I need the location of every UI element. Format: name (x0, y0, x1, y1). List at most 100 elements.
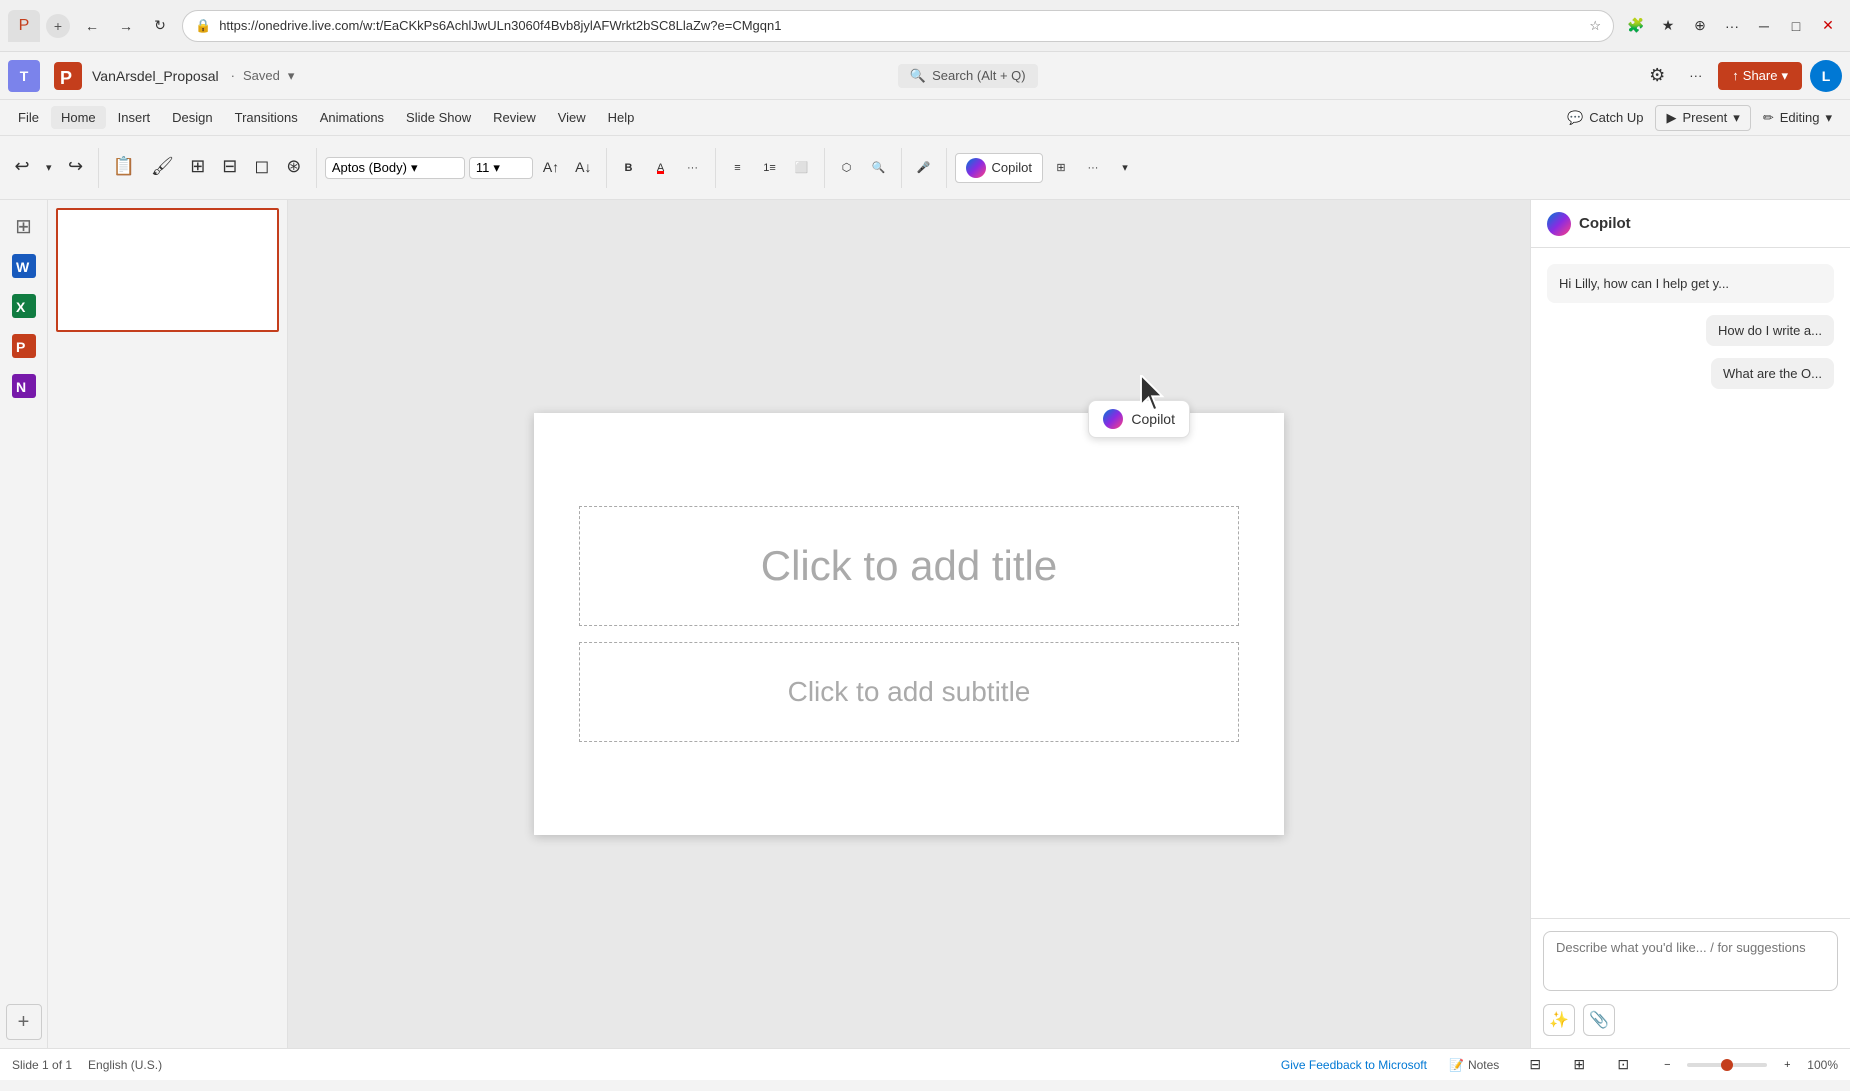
arrange-button[interactable]: ⊛ (280, 142, 308, 194)
url-text: https://onedrive.live.com/w:t/EaCKkPs6Ac… (219, 18, 1581, 33)
menu-help[interactable]: Help (598, 106, 645, 129)
zoom-in-button[interactable]: + (1773, 1039, 1801, 1091)
menu-home[interactable]: Home (51, 106, 106, 129)
section-button[interactable]: ⊟ (216, 142, 244, 194)
clipboard-button[interactable]: 📋 (107, 142, 141, 194)
ribbon-sep-3 (606, 148, 607, 188)
copilot-suggestion-1[interactable]: How do I write a... (1706, 315, 1834, 346)
favorites-button[interactable]: ★ (1654, 12, 1682, 40)
canvas-area[interactable]: Click to add title Click to add subtitle… (288, 200, 1530, 1048)
shapes-button[interactable]: ◻ (248, 142, 276, 194)
maximize-button[interactable]: □ (1782, 12, 1810, 40)
copilot-tooltip[interactable]: Copilot (1088, 400, 1190, 438)
copilot-attach-button[interactable]: 📎 (1583, 1004, 1615, 1036)
notes-button[interactable]: 📝 Notes (1443, 1056, 1505, 1074)
decrease-font-button[interactable]: A↓ (569, 142, 597, 194)
zoom-out-button[interactable]: − (1653, 1039, 1681, 1091)
bullets-button[interactable]: ≡ (724, 142, 752, 194)
designer-button[interactable]: ⊞ (1047, 142, 1075, 194)
share-button[interactable]: ↑ Share ▾ (1718, 62, 1802, 90)
format-painter-button[interactable]: 🖌 (145, 142, 180, 194)
find-button[interactable]: 🔍 (865, 142, 893, 194)
collections-button[interactable]: ⊕ (1686, 12, 1714, 40)
extensions-button[interactable]: 🧩 (1622, 12, 1650, 40)
sidebar-icon-grid[interactable]: ⊞ (6, 208, 42, 244)
slide-canvas[interactable]: Click to add title Click to add subtitle (534, 413, 1284, 835)
browser-titlebar: P + ← → ↻ 🔒 https://onedrive.live.com/w:… (0, 0, 1850, 52)
copilot-sparkle-button[interactable]: ✨ (1543, 1004, 1575, 1036)
more-button[interactable]: ··· (1718, 12, 1746, 40)
forward-button[interactable]: → (112, 12, 140, 40)
numbering-button[interactable]: 1≡ (756, 142, 784, 194)
copilot-suggestion-2[interactable]: What are the O... (1711, 358, 1834, 389)
browser-controls: P + (8, 10, 70, 42)
reading-view-button[interactable]: ⊡ (1609, 1039, 1637, 1091)
menu-file[interactable]: File (8, 106, 49, 129)
saved-dropdown[interactable]: ▾ (288, 68, 295, 84)
undo-button[interactable]: ↩ (8, 142, 36, 194)
increase-font-button[interactable]: A↑ (537, 142, 565, 194)
catch-up-button[interactable]: 💬 Catch Up (1557, 106, 1653, 130)
ribbon-collapse-button[interactable]: ▾ (1111, 142, 1139, 194)
browser-tab[interactable]: P (8, 10, 40, 42)
shapes-icon: ◻ (254, 156, 269, 177)
more-options-button[interactable]: ··· (1681, 64, 1710, 87)
font-more-button[interactable]: ··· (679, 142, 707, 194)
font-size-selector[interactable]: 11 ▾ (469, 157, 533, 179)
copilot-input[interactable] (1543, 931, 1838, 991)
menu-review[interactable]: Review (483, 106, 546, 129)
search-placeholder: Search (Alt + Q) (932, 68, 1026, 83)
refresh-button[interactable]: ↻ (146, 12, 174, 40)
svg-text:N: N (16, 379, 26, 395)
minimize-button[interactable]: ─ (1750, 12, 1778, 40)
feedback-label[interactable]: Give Feedback to Microsoft (1281, 1058, 1427, 1072)
menu-transitions[interactable]: Transitions (225, 106, 308, 129)
copilot-ribbon-button[interactable]: Copilot (955, 153, 1043, 183)
subtitle-placeholder[interactable]: Click to add subtitle (579, 642, 1239, 742)
slide-sorter-button[interactable]: ⊞ (1565, 1039, 1593, 1091)
dictate-button[interactable]: 🎤 (910, 142, 938, 194)
editing-button[interactable]: ✏ Editing ▾ (1753, 106, 1842, 130)
dictate-icon: 🎤 (917, 161, 931, 174)
settings-button[interactable]: ⚙ (1641, 61, 1673, 90)
close-button[interactable]: ✕ (1814, 12, 1842, 40)
search-bar[interactable]: 🔍 Search (Alt + Q) (898, 64, 1038, 88)
shape-fill-button[interactable]: ⬡ (833, 142, 861, 194)
menu-animations[interactable]: Animations (310, 106, 394, 129)
font-selector[interactable]: Aptos (Body) ▾ (325, 157, 465, 179)
present-button[interactable]: ▶ Present ▾ (1655, 105, 1750, 131)
menu-insert[interactable]: Insert (108, 106, 161, 129)
back-button[interactable]: ← (78, 12, 106, 40)
bold-button[interactable]: B (615, 142, 643, 194)
sidebar-icon-add[interactable]: + (6, 1004, 42, 1040)
new-tab-button[interactable]: + (46, 14, 70, 38)
sidebar-icon-word[interactable]: W (6, 248, 42, 284)
teams-icon[interactable]: T (8, 60, 40, 92)
bookmark-icon[interactable]: ☆ (1589, 18, 1601, 34)
font-color-button[interactable]: A (647, 142, 675, 194)
layout-button[interactable]: ⊞ (184, 142, 212, 194)
title-placeholder[interactable]: Click to add title (579, 506, 1239, 626)
menu-design[interactable]: Design (162, 106, 222, 129)
zoom-slider[interactable] (1687, 1063, 1767, 1067)
saved-status: · (231, 68, 235, 83)
user-avatar[interactable]: L (1810, 60, 1842, 92)
ribbon-sep-1 (98, 148, 99, 188)
font-size: 11 (476, 160, 490, 175)
slide-thumbnail-1[interactable]: 1 (56, 208, 279, 332)
undo-dropdown[interactable]: ▾ (40, 142, 58, 194)
slide-thumb-border (56, 208, 279, 332)
redo-button[interactable]: ↪ (62, 142, 90, 194)
sidebar-icon-excel[interactable]: X (6, 288, 42, 324)
svg-text:X: X (16, 299, 26, 315)
align-button[interactable]: ⬜ (788, 142, 816, 194)
sidebar-icon-onenote[interactable]: N (6, 368, 42, 404)
decrease-font-icon: A↓ (575, 159, 591, 175)
menu-slideshow[interactable]: Slide Show (396, 106, 481, 129)
menu-view[interactable]: View (548, 106, 596, 129)
ribbon-sep-5 (824, 148, 825, 188)
address-bar[interactable]: 🔒 https://onedrive.live.com/w:t/EaCKkPs6… (182, 10, 1614, 42)
ribbon-more-button[interactable]: ··· (1079, 142, 1107, 194)
shape-fill-icon: ⬡ (842, 161, 852, 174)
sidebar-icon-powerpoint[interactable]: P (6, 328, 42, 364)
